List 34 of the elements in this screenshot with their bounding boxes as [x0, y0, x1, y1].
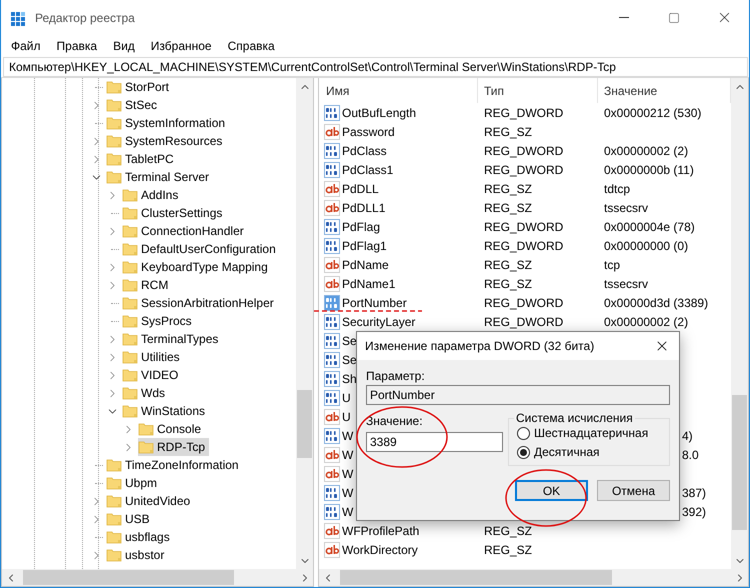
type-cell-text: REG_SZ — [483, 182, 534, 196]
data-cell: 392) — [682, 504, 706, 518]
type-cell-text: REG_DWORD — [483, 238, 564, 252]
data-cell-text: 0x0000004e (78) — [603, 220, 696, 234]
type-cell-text: REG_SZ — [483, 276, 534, 290]
type-cell-text: REG_SZ — [483, 542, 534, 556]
type-cell-text: REG_DWORD — [483, 106, 564, 120]
data-cell-text: tcp — [603, 258, 622, 272]
type-cell-text: REG_DWORD — [483, 144, 564, 158]
data-cell: 8.0 — [682, 448, 699, 462]
data-cell-text: tssecsrv — [603, 200, 650, 214]
data-cell-text: 0x00000002 (2) — [603, 314, 690, 328]
data-cell: 387) — [682, 486, 706, 500]
type-cell-text: REG_SZ — [483, 200, 534, 214]
type-cell-text: REG_SZ — [483, 258, 534, 272]
data-cell-text: 0x00000000 (0) — [603, 238, 690, 252]
type-cell-text: REG_DWORD — [483, 296, 564, 310]
data-cell-text: 0x00000212 (530) — [603, 106, 702, 120]
data-cell: 4) — [682, 428, 693, 442]
field-label: Параметр: — [366, 369, 426, 383]
window-title: Редактор реестра — [35, 10, 136, 24]
data-cell-text: tdtcp — [603, 182, 632, 196]
type-cell-text: REG_DWORD — [483, 314, 564, 328]
data-cell-text: 0x00000002 (2) — [603, 144, 690, 158]
data-cell-text: 0x0000000b (11) — [603, 162, 695, 176]
type-cell-text: REG_SZ — [483, 124, 534, 138]
field-label: Значение: — [366, 414, 424, 428]
data-cell-text: 0x00000d3d (3389) — [603, 296, 710, 310]
dialog-title: Изменение параметра DWORD (32 бита) — [365, 339, 596, 353]
data-cell-text: tssecsrv — [603, 276, 650, 290]
type-cell-text: REG_SZ — [483, 524, 534, 538]
type-cell-text: REG_DWORD — [483, 220, 564, 234]
group-title: Система исчисления — [516, 411, 633, 425]
type-cell-text: REG_DWORD — [483, 162, 564, 176]
